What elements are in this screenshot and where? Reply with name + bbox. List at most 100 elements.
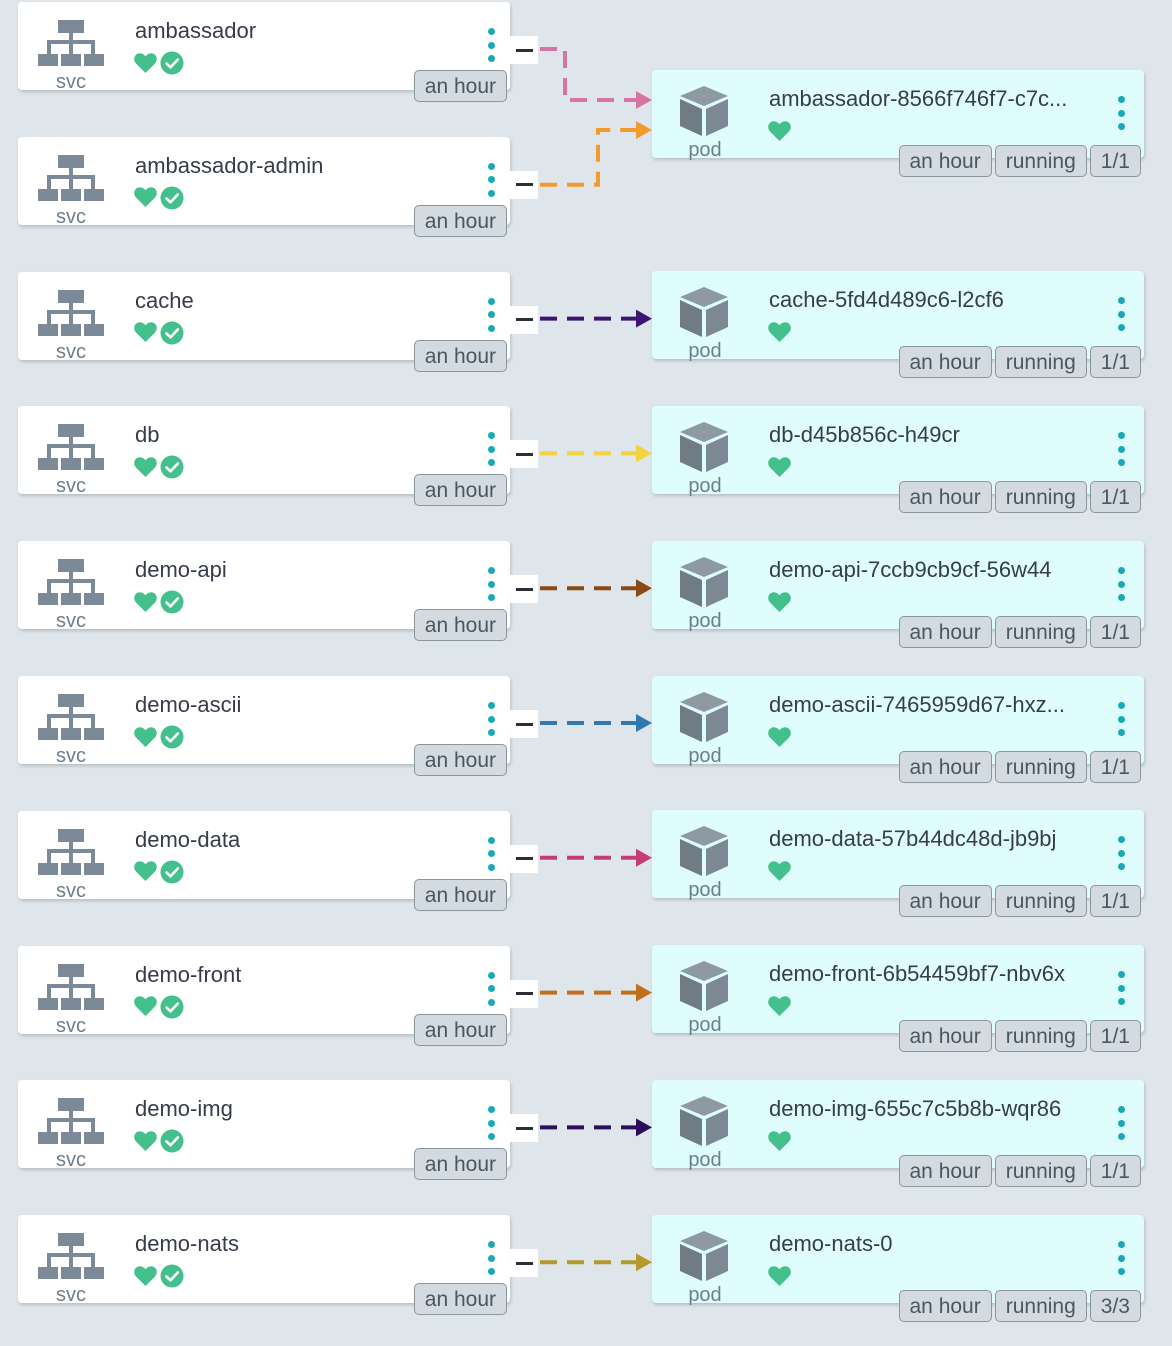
- status-icons: [134, 1128, 184, 1154]
- pod-node[interactable]: pod demo-front-6b54459bf7-nbv6x an hour run…: [652, 945, 1144, 1052]
- cube-icon: [680, 557, 728, 607]
- check-circle-icon: [160, 590, 184, 614]
- service-node[interactable]: svc ambassador an hour: [18, 2, 510, 102]
- collapse-button[interactable]: [510, 1249, 538, 1278]
- actions-menu-button[interactable]: [486, 162, 496, 197]
- collapse-button[interactable]: [510, 440, 538, 469]
- status-icons: [134, 50, 184, 76]
- collapse-button[interactable]: [510, 575, 538, 604]
- kind-label: pod: [688, 475, 722, 497]
- pod-node[interactable]: pod demo-api-7ccb9cb9cf-56w44 an hour runni…: [652, 541, 1144, 648]
- kind-label: svc: [56, 745, 86, 767]
- heart-icon: [134, 591, 157, 612]
- pod-node[interactable]: pod demo-img-655c7c5b8b-wqr86 an hour runni…: [652, 1080, 1144, 1187]
- vertical-dots-icon: [1117, 1106, 1125, 1113]
- collapse-button[interactable]: [510, 170, 538, 199]
- vertical-dots-icon: [487, 1119, 495, 1127]
- actions-menu-button[interactable]: [486, 1241, 496, 1276]
- pod-node[interactable]: pod db-d45b856c-h49cr an hour running 1/1: [652, 406, 1144, 513]
- ready-badge: 1/1: [1089, 616, 1141, 648]
- cube-icon: [680, 287, 728, 337]
- check-circle-icon: [160, 321, 184, 345]
- status-icons: [768, 858, 791, 884]
- actions-menu-button[interactable]: [1116, 971, 1126, 1005]
- tags: an hour: [413, 1013, 507, 1046]
- actions-menu-button[interactable]: [1116, 702, 1126, 736]
- actions-menu-button[interactable]: [486, 702, 496, 736]
- pod-name: demo-front-6b54459bf7-nbv6x: [769, 961, 1065, 986]
- service-node[interactable]: svc demo-nats an hour: [18, 1215, 510, 1316]
- status-icons: [134, 724, 184, 750]
- age-badge: an hour: [413, 474, 507, 507]
- actions-menu-button[interactable]: [486, 1106, 496, 1141]
- actions-menu-button[interactable]: [486, 432, 496, 467]
- service-node[interactable]: svc db an hour: [18, 406, 510, 507]
- age-badge: an hour: [898, 885, 992, 917]
- status-icons: [768, 724, 791, 750]
- service-node[interactable]: svc demo-img an hour: [18, 1080, 510, 1181]
- tags: an hour running 1/1: [898, 616, 1141, 648]
- actions-menu-button[interactable]: [486, 567, 496, 602]
- cube-icon: [680, 422, 728, 472]
- kind-label: svc: [56, 340, 86, 363]
- kind-label: svc: [56, 71, 86, 93]
- arrow-head-icon: [636, 444, 652, 463]
- service-node[interactable]: svc demo-data an hour: [18, 810, 510, 911]
- vertical-dots-icon: [487, 836, 495, 844]
- collapse-button[interactable]: [510, 1114, 538, 1143]
- pod-node[interactable]: pod cache-5fd4d489c6-l2cf6 an hour running 1…: [652, 271, 1144, 378]
- service-node[interactable]: svc demo-front an hour: [18, 945, 510, 1046]
- ready-badge: 1/1: [1089, 1155, 1141, 1187]
- service-node[interactable]: svc demo-api an hour: [18, 541, 510, 642]
- actions-menu-button[interactable]: [1116, 836, 1126, 870]
- sitemap-icon: [38, 694, 104, 740]
- tags: an hour: [413, 204, 507, 237]
- arrow-head-icon: [636, 714, 652, 732]
- kind-label: pod: [688, 1014, 722, 1036]
- actions-menu-button[interactable]: [1116, 96, 1126, 130]
- pod-node[interactable]: pod demo-nats-0 an hour running 3/3: [652, 1215, 1144, 1322]
- heart-icon: [134, 1265, 157, 1286]
- kind-label: svc: [56, 879, 86, 902]
- service-node[interactable]: svc cache an hour: [18, 271, 510, 372]
- kind-label: pod: [688, 139, 722, 161]
- vertical-dots-icon: [487, 28, 495, 35]
- pod-node[interactable]: pod ambassador-8566f746f7-c7c... an hour ru…: [652, 70, 1144, 177]
- collapse-button[interactable]: [510, 305, 538, 334]
- service-node[interactable]: svc ambassador-admin an hour: [18, 136, 510, 237]
- status-badge: running: [994, 1155, 1087, 1187]
- actions-menu-button[interactable]: [486, 971, 496, 1006]
- pod-name: demo-data-57b44dc48d-jb9bj: [769, 826, 1057, 851]
- pod-node[interactable]: pod demo-ascii-7465959d67-hxz... an hour ru…: [652, 676, 1144, 783]
- sitemap-icon: [38, 424, 104, 471]
- tags: an hour: [413, 1283, 507, 1316]
- actions-menu-button[interactable]: [486, 28, 496, 62]
- age-badge: an hour: [898, 346, 992, 378]
- collapse-button[interactable]: [510, 844, 538, 873]
- actions-menu-button[interactable]: [1116, 1106, 1126, 1140]
- tags: an hour running 1/1: [898, 751, 1141, 783]
- vertical-dots-icon: [1117, 849, 1125, 857]
- sitemap-icon: [38, 20, 104, 66]
- actions-menu-button[interactable]: [1116, 567, 1126, 601]
- arrow-head-icon: [636, 983, 652, 1002]
- collapse-button[interactable]: [510, 710, 538, 738]
- age-badge: an hour: [898, 751, 992, 783]
- service-name: ambassador: [135, 18, 257, 43]
- service-node[interactable]: svc demo-ascii an hour: [18, 676, 510, 776]
- actions-menu-button[interactable]: [1116, 297, 1126, 331]
- vertical-dots-icon: [487, 1133, 495, 1141]
- minus-icon: [515, 1126, 533, 1130]
- actions-menu-button[interactable]: [1116, 1241, 1126, 1275]
- arrow-head-icon: [636, 121, 652, 139]
- actions-menu-button[interactable]: [486, 297, 496, 332]
- actions-menu-button[interactable]: [1116, 432, 1126, 466]
- ready-badge: 1/1: [1089, 346, 1141, 378]
- vertical-dots-icon: [487, 311, 495, 319]
- actions-menu-button[interactable]: [486, 836, 496, 871]
- collapse-button[interactable]: [510, 36, 538, 64]
- vertical-dots-icon: [487, 297, 495, 305]
- collapse-button[interactable]: [510, 979, 538, 1008]
- vertical-dots-icon: [487, 1268, 495, 1276]
- pod-node[interactable]: pod demo-data-57b44dc48d-jb9bj an hour runn…: [652, 810, 1144, 917]
